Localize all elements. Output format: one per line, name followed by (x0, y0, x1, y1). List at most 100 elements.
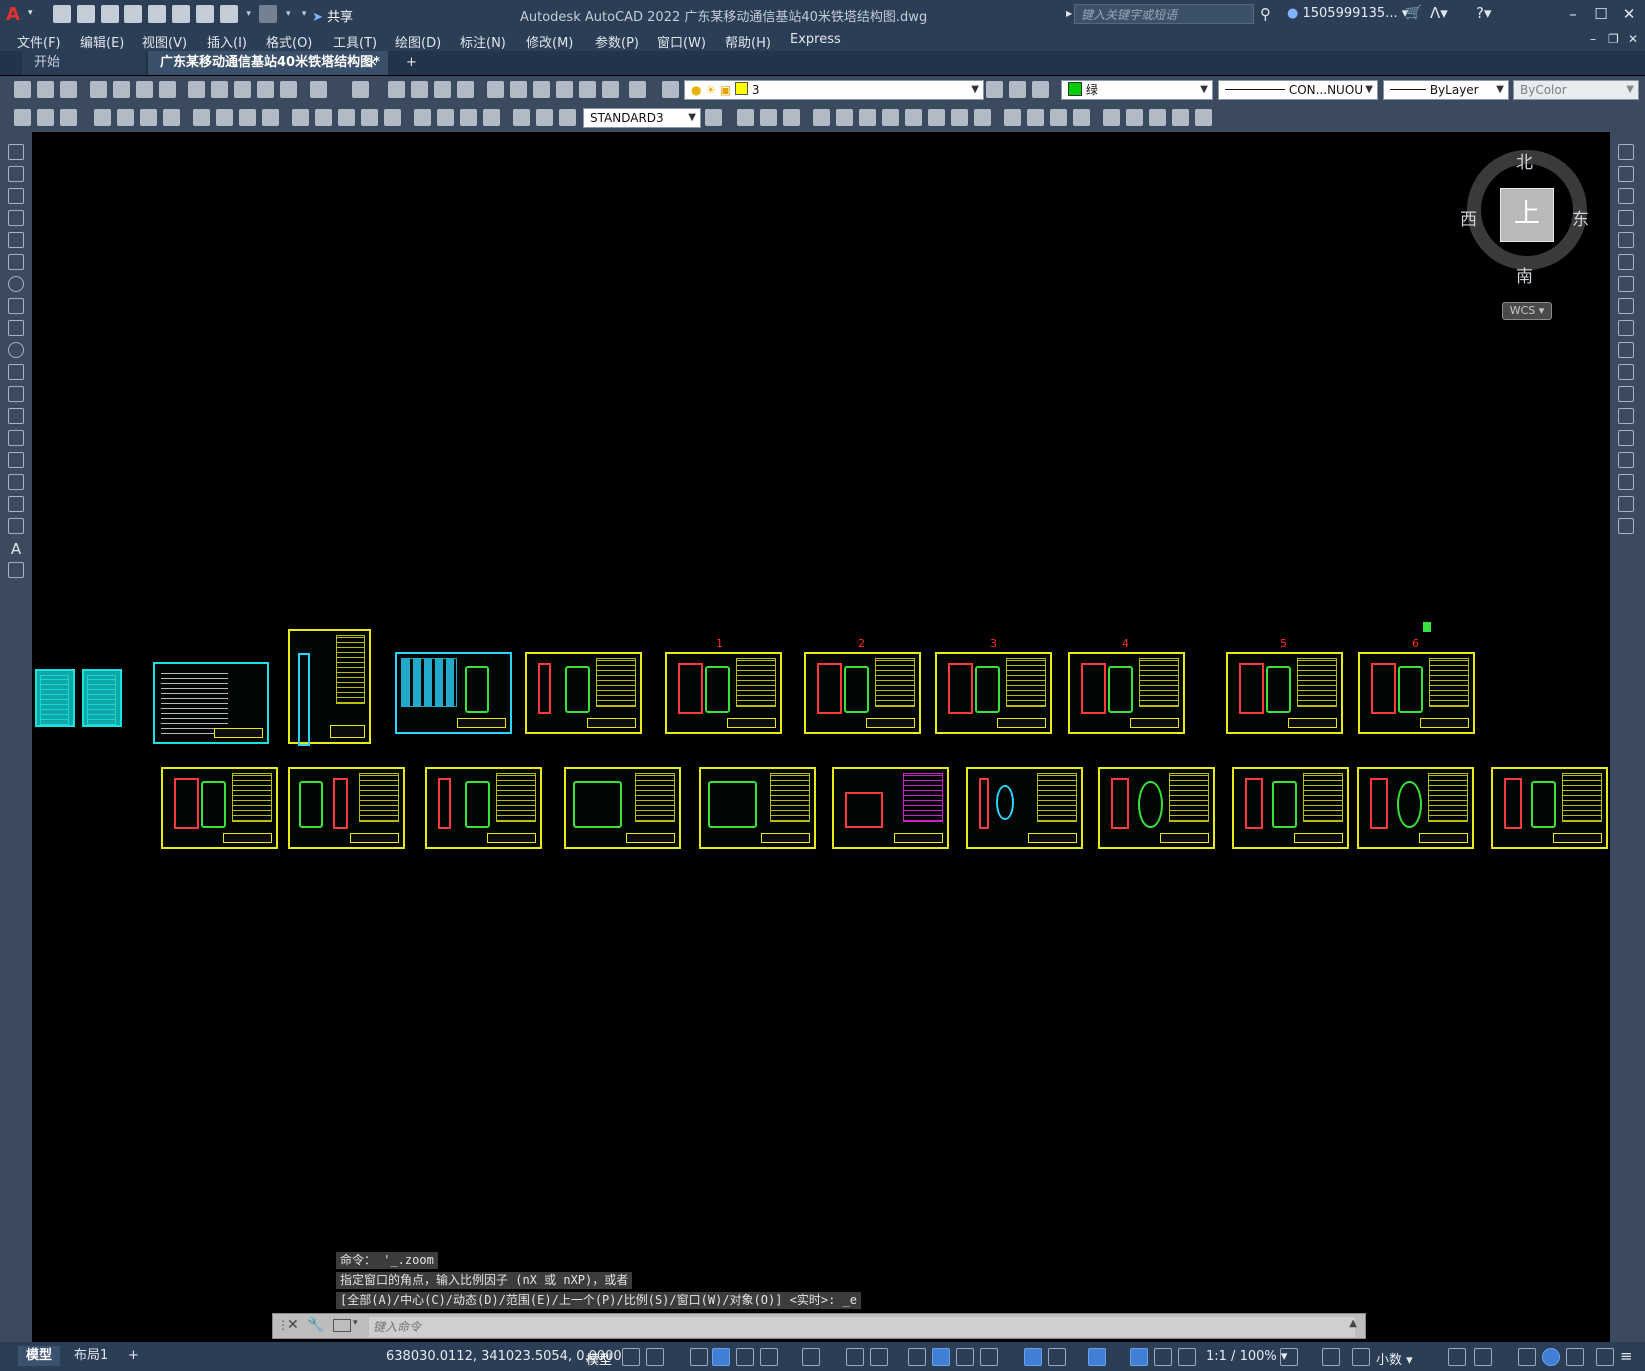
block-editor-icon[interactable] (280, 81, 297, 98)
line-icon[interactable] (8, 144, 24, 160)
cut-icon[interactable] (188, 81, 205, 98)
color-dropdown[interactable]: 绿 ▼ (1061, 80, 1213, 100)
pan-icon[interactable] (388, 81, 405, 98)
drawing-sheet[interactable] (1232, 767, 1349, 849)
layer-states-icon[interactable] (1032, 81, 1049, 98)
auto-scale-icon[interactable] (1154, 1348, 1172, 1366)
new-file-icon[interactable] (53, 5, 71, 23)
wcs-menu[interactable]: WCS ▾ (1502, 302, 1552, 320)
dim-jogged-icon[interactable] (216, 109, 233, 126)
redo-icon[interactable] (259, 5, 278, 23)
delete-faces-icon[interactable] (882, 109, 899, 126)
drawing-sheet[interactable] (525, 652, 642, 734)
region-icon[interactable] (8, 496, 24, 512)
drawing-sheet[interactable] (288, 629, 371, 746)
dim-linear-icon[interactable] (37, 109, 54, 126)
undo-icon[interactable] (219, 5, 238, 23)
customization-menu-icon[interactable]: ≡ (1620, 1348, 1638, 1366)
break-at-point-icon[interactable] (1618, 386, 1634, 402)
dim-radius-icon[interactable] (193, 109, 210, 126)
clean-screen-icon[interactable] (1566, 1348, 1584, 1366)
text-style-dropdown[interactable]: STANDARD3 ▼ (583, 108, 701, 128)
units-dropdown[interactable]: 小数 ▾ (1376, 1349, 1413, 1368)
explode-icon[interactable] (1618, 518, 1634, 534)
grid-icon[interactable] (622, 1348, 640, 1366)
make-block-icon[interactable] (8, 408, 24, 424)
command-input[interactable] (369, 1317, 1355, 1337)
model-space-toggle[interactable]: 模型 (586, 1349, 612, 1368)
units-icon[interactable] (1352, 1348, 1370, 1366)
doc-minimize-icon[interactable]: – (1590, 32, 1596, 46)
add-layout-button[interactable]: + (120, 1346, 147, 1366)
ellipse-arc-icon[interactable] (8, 364, 24, 380)
sheet-set-icon[interactable] (556, 81, 573, 98)
break-icon[interactable] (1618, 408, 1634, 424)
lineweight-dropdown[interactable]: ByLayer ▼ (1383, 80, 1509, 100)
close-icon[interactable]: ✕ (287, 1317, 299, 1333)
revision-cloud-icon[interactable] (8, 298, 24, 314)
save-as-icon[interactable] (124, 5, 143, 23)
zoom-realtime-icon[interactable] (411, 81, 428, 98)
save-icon[interactable] (60, 81, 77, 98)
revolve-icon[interactable] (1149, 109, 1166, 126)
app-menu-chevron-icon[interactable]: ▾ (28, 8, 33, 18)
drawing-sheet[interactable] (935, 652, 1052, 734)
drawing-sheet[interactable] (1226, 652, 1343, 734)
search-icon[interactable]: ⚲ (1260, 5, 1271, 23)
chevron-up-icon[interactable]: ▲ (1349, 1318, 1357, 1329)
3d-print-icon[interactable] (159, 81, 176, 98)
plotstyle-dropdown[interactable]: ByColor ▼ (1513, 80, 1639, 100)
drawing-sheet[interactable] (1357, 767, 1474, 849)
mirror-icon[interactable] (1618, 188, 1634, 204)
drawing-sheet[interactable] (153, 662, 269, 744)
plot-icon[interactable] (90, 81, 107, 98)
menu-window[interactable]: 窗口(W) (657, 32, 706, 51)
subtract-icon[interactable] (760, 109, 777, 126)
array-icon[interactable] (1618, 232, 1634, 248)
fillet-icon[interactable] (1618, 474, 1634, 490)
extrude-faces-icon[interactable] (813, 109, 830, 126)
tab-close-icon[interactable]: × (367, 51, 378, 75)
redo-dropdown-icon[interactable]: ▾ (283, 5, 293, 23)
drawing-sheet[interactable] (1358, 652, 1475, 734)
trim-icon[interactable] (1618, 342, 1634, 358)
object-snap-tracking-icon[interactable] (846, 1348, 864, 1366)
object-snap-icon[interactable] (870, 1348, 888, 1366)
open-file-icon[interactable] (76, 5, 95, 23)
drawing-sheet[interactable] (1068, 652, 1185, 734)
drawing-sheet[interactable] (82, 669, 122, 727)
point-icon[interactable] (8, 430, 24, 446)
dim-ordinate-icon[interactable] (163, 109, 180, 126)
drawing-sheet[interactable] (804, 652, 921, 734)
graphics-performance-icon[interactable] (1542, 1348, 1560, 1366)
import-icon[interactable] (148, 5, 167, 23)
taper-faces-icon[interactable] (928, 109, 945, 126)
compass-north[interactable]: 北 (1516, 148, 1533, 173)
drawing-sheet[interactable] (1098, 767, 1215, 849)
circle-icon[interactable] (8, 276, 24, 292)
new-tab-button[interactable]: + (394, 51, 429, 75)
drawing-sheet[interactable] (161, 767, 278, 849)
arc-icon[interactable] (8, 254, 24, 270)
offset-icon[interactable] (1618, 210, 1634, 226)
linetype-dropdown[interactable]: CON...NUOU ▼ (1218, 80, 1378, 100)
menu-help[interactable]: 帮助(H) (725, 32, 771, 51)
menu-edit[interactable]: 编辑(E) (80, 32, 124, 51)
plot-icon[interactable] (195, 5, 214, 23)
lock-ui-icon[interactable] (1474, 1348, 1492, 1366)
dim-space-icon[interactable] (292, 109, 309, 126)
separate-icon[interactable] (1050, 109, 1067, 126)
tab-layout1[interactable]: 布局1 (66, 1346, 116, 1366)
rotate-faces-icon[interactable] (905, 109, 922, 126)
chamfer-icon[interactable] (1618, 452, 1634, 468)
doc-restore-icon[interactable]: ❐ (1608, 32, 1619, 46)
move-faces-icon[interactable] (836, 109, 853, 126)
markup-icon[interactable] (579, 81, 596, 98)
dim-diameter-icon[interactable] (239, 109, 256, 126)
drawing-sheet[interactable] (966, 767, 1083, 849)
annotation-scale-dropdown[interactable]: 1:1 / 100% ▾ (1206, 1349, 1287, 1364)
dim-style-manager-icon[interactable] (705, 109, 722, 126)
full-screen-icon[interactable] (1596, 1348, 1614, 1366)
minimize-icon[interactable]: – (1560, 4, 1586, 24)
spline-icon[interactable] (8, 320, 24, 336)
